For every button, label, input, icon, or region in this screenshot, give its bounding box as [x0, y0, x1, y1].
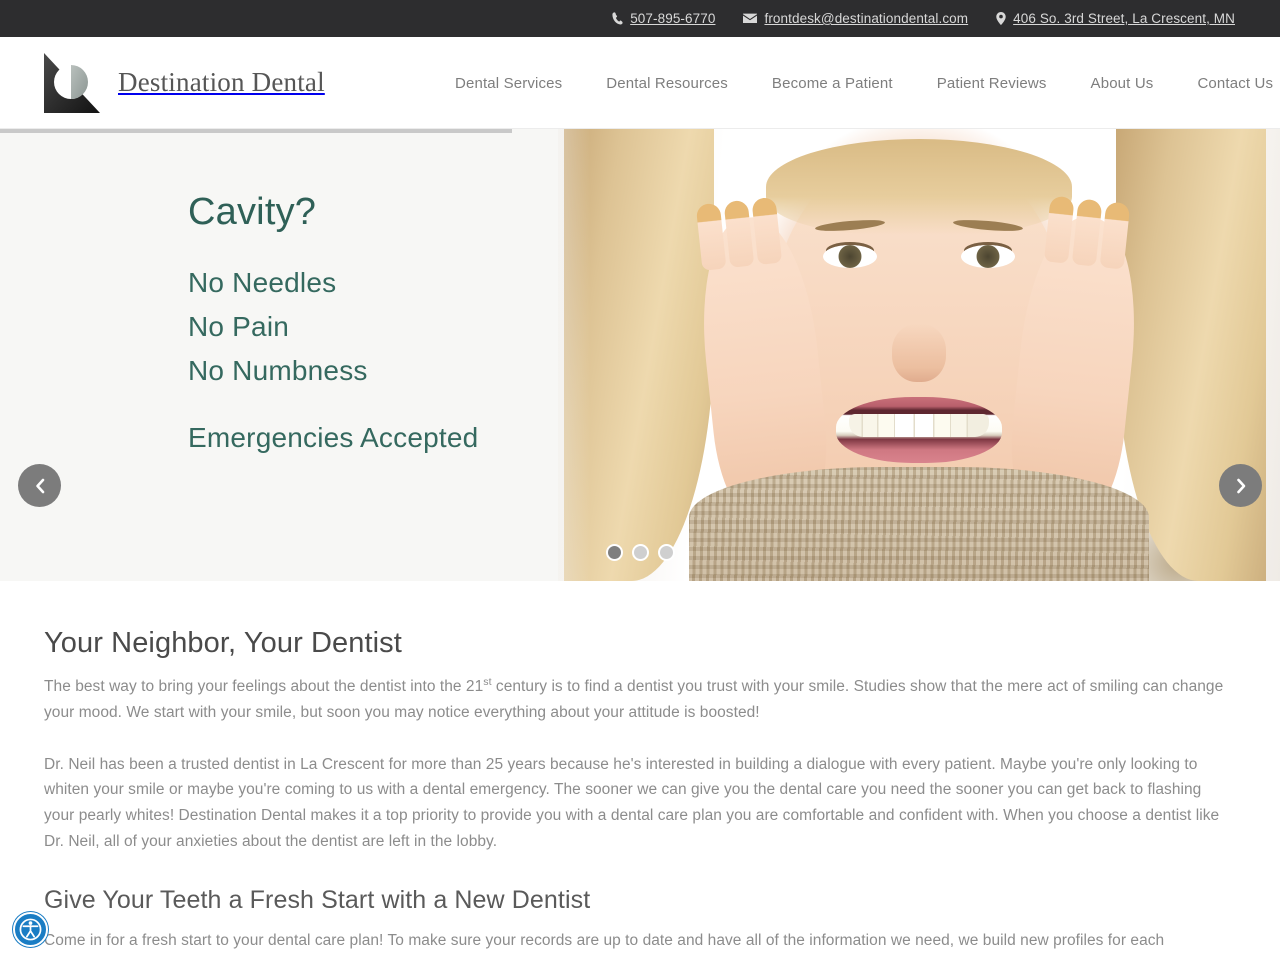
bangs — [766, 139, 1072, 235]
hero-benefit-2: No Pain — [188, 311, 290, 343]
nav-item-become-a-patient[interactable]: Become a Patient — [750, 75, 915, 92]
nav-item-contact-us[interactable]: Contact Us — [1175, 75, 1273, 92]
hero-copy: Cavity? No Needles No Pain No Numbness E… — [188, 191, 478, 454]
hero-photo-smiling-woman — [558, 129, 1280, 581]
site-header: Destination Dental Dental Services Denta… — [0, 37, 1280, 129]
hero-benefit-1: No Needles — [188, 267, 337, 298]
eye-left — [823, 245, 877, 268]
envelope-icon — [743, 13, 758, 24]
nav-item-about-us[interactable]: About Us — [1069, 75, 1176, 92]
ordinal-suffix: st — [483, 676, 492, 688]
slider-dot-1[interactable] — [606, 544, 623, 561]
section-heading-fresh-start: Give Your Teeth a Fresh Start with a New… — [44, 886, 591, 915]
phone-icon — [612, 12, 623, 25]
intro-paragraph-part1: The best way to bring your feelings abou… — [44, 678, 484, 696]
destination-dental-logo-icon — [42, 51, 104, 115]
smiling-mouth — [836, 397, 1002, 463]
utility-bar: 507-895-6770 frontdesk@destinationdental… — [0, 0, 1280, 37]
section-heading-your-neighbor: Your Neighbor, Your Dentist — [44, 627, 402, 659]
brand-name: Destination Dental — [118, 67, 325, 97]
phone-link[interactable]: 507-895-6770 — [612, 11, 715, 26]
hero-subheading: Emergencies Accepted — [188, 421, 479, 453]
teeth — [849, 414, 989, 437]
address-text: 406 So. 3rd Street, La Crescent, MN — [1013, 11, 1235, 26]
main-navigation: Dental Services Dental Resources Become … — [455, 37, 1273, 129]
accessibility-widget-button[interactable] — [13, 912, 48, 947]
slider-pagination — [606, 544, 675, 561]
nose — [892, 324, 946, 382]
chevron-right-icon — [1236, 478, 1245, 493]
chevron-left-icon — [35, 478, 44, 493]
slide-progress-bar — [0, 129, 512, 133]
slider-dot-3[interactable] — [658, 544, 675, 561]
fresh-start-paragraph: Come in for a fresh start to your dental… — [44, 932, 1165, 950]
hero-slider: Cavity? No Needles No Pain No Numbness E… — [0, 129, 1280, 581]
hero-heading: Cavity? — [188, 191, 317, 233]
nav-item-dental-resources[interactable]: Dental Resources — [584, 75, 750, 92]
email-address: frontdesk@destinationdental.com — [764, 11, 969, 26]
eye-right — [961, 245, 1015, 268]
slider-prev-button[interactable] — [18, 464, 61, 507]
nav-item-patient-reviews[interactable]: Patient Reviews — [915, 75, 1069, 92]
logo-link[interactable]: Destination Dental — [42, 51, 325, 115]
slider-next-button[interactable] — [1219, 464, 1262, 507]
hero-benefit-3: No Numbness — [188, 355, 368, 387]
hero-gradient-overlay — [480, 129, 590, 581]
email-link[interactable]: frontdesk@destinationdental.com — [743, 11, 968, 26]
intro-paragraph: The best way to bring your feelings abou… — [44, 674, 1224, 726]
map-pin-icon — [996, 12, 1006, 25]
accessibility-icon — [19, 918, 42, 941]
main-content: Your Neighbor, Your Dentist The best way… — [0, 627, 1280, 954]
nav-item-dental-services[interactable]: Dental Services — [455, 75, 584, 92]
doctor-paragraph: Dr. Neil has been a trusted dentist in L… — [44, 755, 1220, 850]
slider-dot-2[interactable] — [632, 544, 649, 561]
address-link[interactable]: 406 So. 3rd Street, La Crescent, MN — [996, 11, 1235, 26]
phone-number: 507-895-6770 — [630, 11, 716, 26]
knit-sweater — [689, 467, 1149, 581]
